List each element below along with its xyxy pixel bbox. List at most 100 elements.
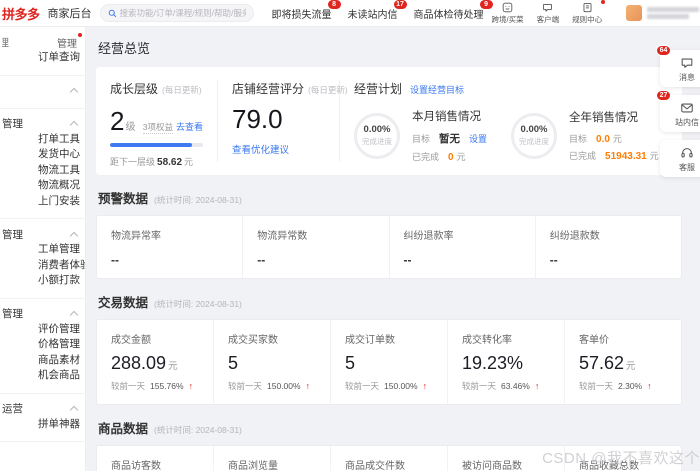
sidebar-item[interactable]: 上门安装: [0, 194, 85, 210]
trend-arrow-icon: [306, 381, 311, 391]
growth-level-unit: 级: [125, 122, 136, 133]
growth-title: 成长层级: [110, 82, 159, 96]
metric-cell[interactable]: 物流异常率 --: [97, 216, 242, 278]
sidebar-items: 订单查询: [0, 50, 85, 66]
score-optimize-link[interactable]: 查看优化建议: [232, 142, 289, 156]
float-messages-button[interactable]: 64 消息: [656, 45, 700, 87]
sidebar-item[interactable]: 价格管理: [0, 337, 85, 353]
growth-view-link[interactable]: 去查看: [176, 120, 203, 133]
sidebar-group: [0, 76, 85, 109]
growth-next-level: 距下一层级 58.62 元: [110, 155, 203, 168]
search-box[interactable]: [99, 4, 254, 22]
sidebar-group-header[interactable]: 管理: [0, 116, 85, 132]
topbar-nav-item[interactable]: 商品体检待处理 9: [414, 0, 493, 21]
chevron-up-icon[interactable]: [69, 231, 79, 240]
chevron-up-icon[interactable]: [69, 120, 79, 130]
sidebar-group-title: 管理: [2, 228, 23, 241]
sidebar-group-header[interactable]: 运营: [0, 401, 85, 417]
chevron-up-icon[interactable]: [69, 87, 79, 97]
sidebar-item[interactable]: 打单工具: [0, 132, 85, 148]
sidebar-item[interactable]: 发货中心: [0, 147, 85, 163]
user-name-redacted: [647, 7, 700, 19]
metric-cell[interactable]: 成交转化率 19.23% 较前一天 63.46%: [447, 320, 564, 404]
sidebar-item[interactable]: 工单管理: [0, 242, 85, 258]
growth-perks[interactable]: 3项权益: [142, 121, 173, 134]
sidebar-item[interactable]: 物流工具: [0, 163, 85, 179]
sidebar-group: 理 管理 订单查询: [0, 27, 85, 76]
sidebar-item[interactable]: 拼单神器: [0, 417, 85, 433]
chevron-up-icon[interactable]: [69, 310, 79, 320]
month-sales-title: 本月销售情况: [412, 111, 481, 123]
document-icon: [582, 2, 593, 13]
sidebar-group-title: 运营: [2, 403, 23, 415]
page-title: 经营总览: [98, 41, 151, 56]
growth-level-panel: 成长层级 (每日更新) 2 级 3项权益 去查看 距下一层级 58.62 元: [96, 80, 218, 168]
floating-side-panel: 64 消息 27 站内信 客服: [656, 45, 700, 177]
sidebar-group-header[interactable]: 管理: [0, 306, 85, 322]
sidebar-group-header[interactable]: 管理: [0, 226, 85, 242]
sidebar-items: 评价管理 价格管理 商品素材 机会商品: [0, 322, 85, 384]
topbar-nav-item[interactable]: 即将损失流量 8: [272, 0, 341, 21]
metric-label: 纠纷退款数: [549, 231, 600, 242]
sidebar-items: 打单工具 发货中心 物流工具 物流概况 上门安装: [0, 132, 85, 210]
app-name: 商家后台: [47, 8, 92, 20]
metric-cell[interactable]: 物流异常数 --: [242, 216, 388, 278]
compare-label: 较前一天: [228, 381, 263, 391]
compare-change: 2.30%: [618, 381, 643, 391]
float-support-button[interactable]: 客服: [660, 140, 700, 177]
metric-cell[interactable]: 客单价 57.62 元 较前一天 2.30%: [564, 320, 681, 404]
growth-next-value: 58.62: [157, 157, 183, 168]
metric-cell[interactable]: 成交买家数 5 较前一天 150.00%: [213, 320, 330, 404]
metric-card: 物流异常率 -- 物流异常数 -- 纠纷退款率 -- 纠纷退款数 --: [96, 215, 682, 279]
compare-label: 较前一天: [462, 381, 497, 391]
metric-cell[interactable]: 成交金额 288.09 元 较前一天 155.76%: [97, 320, 213, 404]
plan-set-goal-link[interactable]: 设置经营目标: [410, 83, 464, 96]
main-content: 经营总览 成长层级 (每日更新) 2 级 3项权益 去查看 距下一层级 58.6…: [86, 27, 700, 471]
metric-cell[interactable]: 纠纷退款数 --: [534, 216, 681, 278]
quick-link-rules[interactable]: 规则中心: [572, 0, 606, 25]
red-dot-badge: [601, 0, 606, 4]
year-progress-pct: 0.00%: [520, 124, 548, 135]
sidebar-item[interactable]: 商品素材: [0, 353, 85, 369]
sidebar-group-header[interactable]: [0, 83, 85, 99]
headset-icon: [680, 146, 694, 160]
sidebar-manage-link[interactable]: 管理: [57, 32, 82, 50]
pinduoduo-logo[interactable]: 拼多多: [2, 4, 40, 23]
sidebar-item[interactable]: 机会商品: [0, 368, 85, 384]
sidebar-group-title: 管理: [2, 118, 23, 130]
metric-value: --: [549, 253, 558, 267]
sidebar-item[interactable]: 小额打款: [0, 273, 85, 289]
sidebar-group-title: 管理: [2, 308, 23, 320]
metric-cell[interactable]: 成交订单数 5 较前一天 150.00%: [330, 320, 447, 404]
sidebar-item[interactable]: 消费者体验: [0, 258, 85, 274]
metric-cell[interactable]: 纠纷退款率 --: [388, 216, 535, 278]
metric-cell[interactable]: 商品成交件数 6 较前一天 200.00%: [330, 446, 447, 471]
float-inbox-button[interactable]: 27 站内信: [656, 90, 700, 132]
red-dot-badge: [78, 32, 82, 37]
chevron-up-icon[interactable]: [69, 405, 79, 415]
sidebar-rail-fragment: 理: [2, 35, 9, 50]
trend-arrow-icon: [423, 381, 428, 391]
user-account[interactable]: [626, 5, 700, 21]
search-input[interactable]: [119, 8, 246, 18]
metric-cell[interactable]: 商品浏览量 35 较前一天 5.41%: [213, 446, 330, 471]
metric-label: 商品访客数: [111, 461, 161, 471]
month-goal-set-link[interactable]: 设置: [469, 132, 487, 145]
nav-item-label: 未读站内信: [347, 9, 398, 21]
float-item-label: 站内信: [675, 118, 699, 127]
growth-next-label: 距下一层级: [110, 157, 156, 167]
mail-icon: [680, 101, 694, 115]
quick-link-client[interactable]: 客户端: [537, 2, 559, 25]
sidebar-group: 管理 打单工具 发货中心 物流工具 物流概况 上门安装: [0, 109, 85, 219]
metric-cell[interactable]: 商品访客数 26 较前一天 52.94%: [97, 446, 213, 471]
metric-unit: 元: [626, 361, 636, 372]
month-progress-pct: 0.00%: [363, 124, 391, 135]
sidebar-item[interactable]: 物流概况: [0, 178, 85, 194]
topbar-nav-item[interactable]: 未读站内信 17: [347, 0, 407, 21]
avatar: [626, 5, 643, 21]
growth-progress-fill: [110, 143, 192, 147]
quick-link-crossborder[interactable]: 跨境/买菜: [492, 2, 524, 25]
sidebar-group-header[interactable]: 理 管理: [0, 32, 85, 50]
sidebar-item[interactable]: 订单查询: [0, 50, 85, 66]
sidebar-item[interactable]: 评价管理: [0, 322, 85, 338]
